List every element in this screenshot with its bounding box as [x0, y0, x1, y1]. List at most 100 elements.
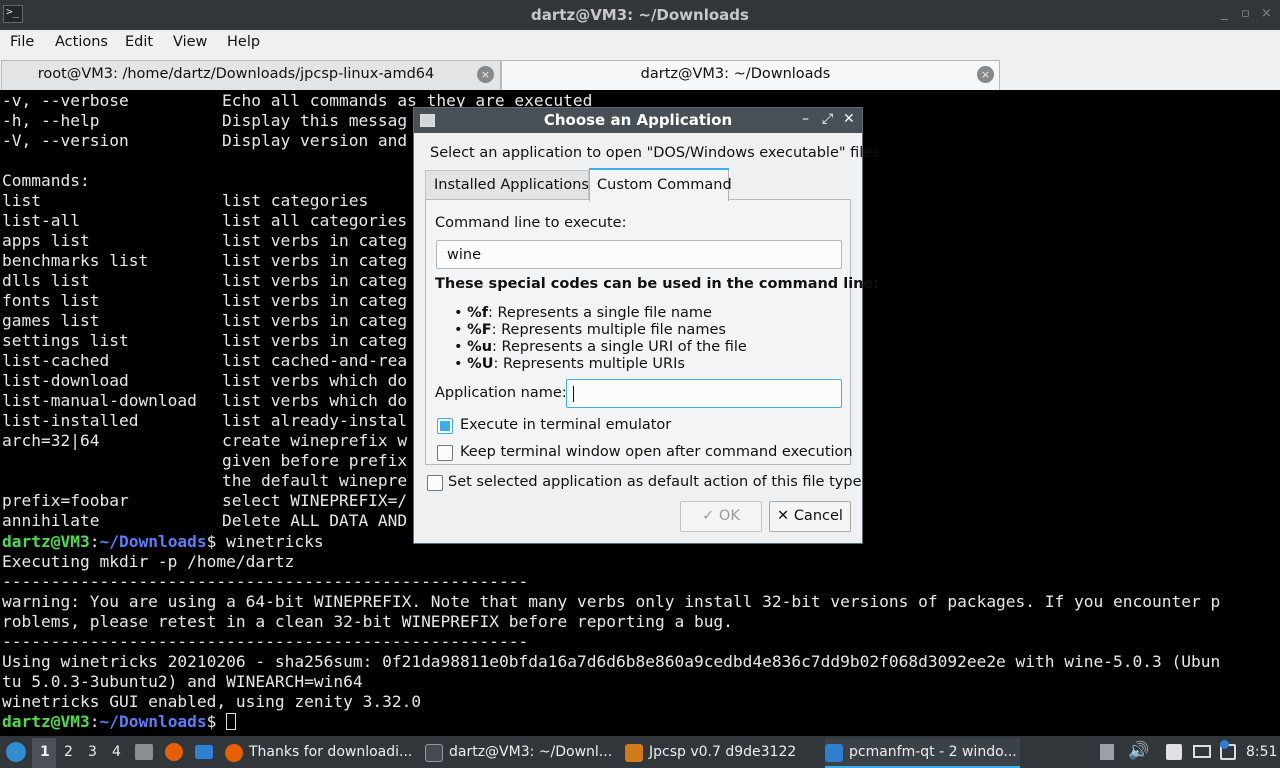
- dialog-title: Choose an Application: [543, 111, 733, 129]
- display-icon[interactable]: [1193, 745, 1211, 758]
- code-item: • %U: Represents multiple URIs: [454, 356, 685, 372]
- close-tab-icon[interactable]: ×: [977, 66, 994, 83]
- prompt-line: dartz@VM3:~/Downloads$ winetricks: [2, 532, 324, 551]
- help-option: Commands:: [2, 171, 90, 190]
- command-line-input[interactable]: wine: [436, 240, 842, 269]
- help-option: dlls list: [2, 271, 90, 290]
- help-description: list already-instal: [222, 411, 408, 430]
- dialog-titlebar: Choose an Application – ⤢ ✕: [414, 108, 862, 133]
- menu-file[interactable]: File: [10, 34, 34, 50]
- close-icon: ✕: [777, 508, 790, 524]
- dialog-prompt: Select an application to open "DOS/Windo…: [430, 145, 880, 161]
- window-title: dartz@VM3: ~/Downloads: [531, 6, 749, 24]
- execute-in-terminal-checkbox[interactable]: [437, 418, 453, 434]
- tab-bar: root@VM3: /home/dartz/Downloads/jpcsp-li…: [0, 58, 1280, 90]
- choose-application-dialog: Choose an Application – ⤢ ✕ Select an ap…: [413, 107, 880, 544]
- help-description: list verbs in categ: [222, 251, 408, 270]
- maximize-icon[interactable]: ⤢: [822, 111, 833, 127]
- cancel-button[interactable]: ✕ Cancel: [769, 501, 851, 532]
- help-option: -V, --version: [2, 131, 129, 150]
- application-name-label: Application name:: [435, 385, 567, 401]
- custom-command-panel: Command line to execute: wine These spec…: [425, 199, 879, 465]
- task-terminal[interactable]: dartz@VM3: ~/Downl...: [425, 738, 615, 768]
- code-item: • %f: Represents a single file name: [454, 305, 712, 321]
- help-description: list verbs which do: [222, 391, 408, 410]
- command-line-label: Command line to execute:: [435, 215, 627, 231]
- application-name-input[interactable]: [566, 379, 842, 408]
- output-line: roblems, please retest in a clean 32-bit…: [2, 612, 733, 631]
- set-default-checkbox[interactable]: [427, 475, 443, 491]
- help-description: list verbs in categ: [222, 311, 408, 330]
- menu-help[interactable]: Help: [227, 34, 260, 50]
- update-badge-icon: [1220, 740, 1229, 749]
- help-option: settings list: [2, 331, 129, 350]
- desktop-2[interactable]: 2: [64, 744, 73, 760]
- help-description: Display this messag: [222, 111, 408, 130]
- desktop-3[interactable]: 3: [88, 744, 97, 760]
- desktop-1[interactable]: 1: [40, 744, 50, 760]
- help-option: list: [2, 191, 41, 210]
- task-pcmanfm[interactable]: pcmanfm-qt - 2 windo...: [825, 738, 1020, 768]
- task-firefox[interactable]: Thanks for downloadi...: [225, 738, 415, 768]
- desktop-4[interactable]: 4: [112, 744, 121, 760]
- close-dialog-icon[interactable]: ✕: [843, 111, 855, 127]
- help-option: prefix=foobar: [2, 491, 129, 510]
- help-option: apps list: [2, 231, 90, 250]
- help-description: list verbs which do: [222, 371, 408, 390]
- file-manager-icon[interactable]: [135, 744, 153, 760]
- tab-label: Custom Command: [597, 177, 732, 193]
- tab-root-terminal[interactable]: root@VM3: /home/dartz/Downloads/jpcsp-li…: [1, 60, 501, 90]
- menu-view[interactable]: View: [173, 34, 207, 50]
- tab-label: dartz@VM3: ~/Downloads: [640, 66, 831, 82]
- prompt-line: dartz@VM3:~/Downloads$: [2, 712, 237, 732]
- help-option: arch=32|64: [2, 431, 100, 450]
- close-tab-icon[interactable]: ×: [477, 66, 494, 83]
- eject-icon[interactable]: [1100, 744, 1114, 760]
- help-option: -v, --verbose: [2, 91, 129, 110]
- help-option: list-installed: [2, 411, 139, 430]
- help-description: list all categories: [222, 211, 408, 230]
- output-line: warning: You are using a 64-bit WINEPREF…: [2, 592, 1221, 611]
- close-window-icon[interactable]: ×: [1261, 6, 1272, 21]
- help-description: the default winepre: [222, 471, 408, 490]
- help-option: list-all: [2, 211, 80, 230]
- output-line: Using winetricks 20210206 - sha256sum: 0…: [2, 652, 1221, 671]
- output-line: ----------------------------------------…: [2, 572, 529, 591]
- help-option: list-cached: [2, 351, 110, 370]
- check-icon: ✓: [702, 508, 715, 524]
- help-description: list verbs in categ: [222, 291, 408, 310]
- minimize-icon[interactable]: –: [802, 111, 809, 127]
- taskbar: 1 2 3 4 Thanks for downloadi... dartz@VM…: [0, 736, 1280, 768]
- firefox-icon: [225, 744, 243, 762]
- menu-actions[interactable]: Actions: [55, 34, 108, 50]
- help-description: Delete ALL DATA AND: [222, 511, 408, 530]
- tab-label: root@VM3: /home/dartz/Downloads/jpcsp-li…: [37, 66, 435, 82]
- ok-button[interactable]: ✓ OK: [680, 501, 762, 532]
- output-line: ----------------------------------------…: [2, 632, 529, 651]
- help-option: games list: [2, 311, 100, 330]
- keep-terminal-open-label: Keep terminal window open after command …: [460, 444, 853, 460]
- help-description: given before prefix: [222, 451, 408, 470]
- task-jpcsp[interactable]: Jpcsp v0.7 d9de3122: [625, 738, 815, 768]
- tab-installed-applications[interactable]: Installed Applications: [425, 170, 589, 200]
- keep-terminal-open-checkbox[interactable]: [437, 445, 453, 461]
- menu-edit[interactable]: Edit: [125, 34, 153, 50]
- clock[interactable]: 8:51: [1246, 744, 1277, 760]
- output-line: tu 5.0.3-3ubuntu2) and WINEARCH=win64: [2, 672, 363, 691]
- minimize-icon[interactable]: _: [1221, 6, 1228, 21]
- execute-in-terminal-label: Execute in terminal emulator: [460, 417, 672, 433]
- tab-dartz-terminal[interactable]: dartz@VM3: ~/Downloads ×: [501, 60, 1000, 90]
- help-option: -h, --help: [2, 111, 100, 130]
- volume-icon[interactable]: 🔊: [1128, 741, 1149, 761]
- code-item: • %u: Represents a single URI of the fil…: [454, 339, 747, 355]
- clipboard-icon[interactable]: [1166, 744, 1182, 760]
- terminal-icon: [425, 744, 443, 762]
- help-option: benchmarks list: [2, 251, 149, 270]
- output-line: Executing mkdir -p /home/dartz: [2, 552, 295, 571]
- start-menu-icon[interactable]: [6, 742, 26, 762]
- firefox-icon[interactable]: [165, 743, 183, 761]
- maximize-icon[interactable]: ▫: [1241, 6, 1250, 21]
- show-desktop-icon[interactable]: [195, 745, 213, 759]
- help-option: list-manual-download: [2, 391, 197, 410]
- tab-custom-command[interactable]: Custom Command: [589, 168, 732, 201]
